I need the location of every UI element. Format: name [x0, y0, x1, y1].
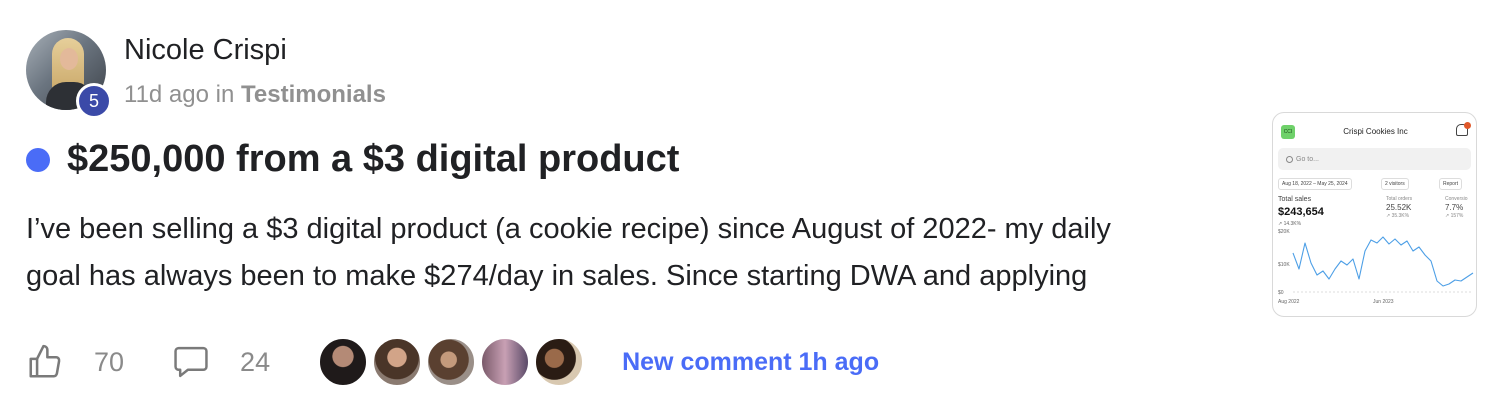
like-button[interactable]: 70	[26, 343, 124, 381]
total-orders-label: Total orders	[1386, 196, 1413, 202]
commenter-avatar[interactable]	[372, 337, 423, 387]
visitors-chip: 2 visitors	[1381, 178, 1409, 190]
total-sales-value: $243,654	[1278, 206, 1324, 218]
commenter-avatar[interactable]	[480, 337, 531, 387]
post-image-thumbnail[interactable]: CCI Crispi Cookies Inc Go to... Aug 18, …	[1272, 112, 1477, 317]
date-range-chip: Aug 18, 2022 – May 25, 2024	[1278, 178, 1352, 190]
post-body-line: goal has always been to make $274/day in…	[26, 260, 1088, 292]
post-title-row[interactable]: $250,000 from a $3 digital product	[26, 138, 679, 181]
conversion-value: 7.7%	[1445, 203, 1464, 212]
post-meta: 11d ago in Testimonials	[124, 81, 386, 109]
post-actions: 70 24 New comment 1h ago	[26, 334, 879, 390]
total-orders-value: 25.52K	[1386, 203, 1412, 212]
commenter-avatars[interactable]	[318, 337, 588, 387]
post-title[interactable]: $250,000 from a $3 digital product	[67, 138, 679, 181]
like-count: 70	[94, 346, 125, 377]
post-body[interactable]: I’ve been selling a $3 digital product (…	[26, 206, 1246, 300]
level-badge: 5	[76, 83, 112, 119]
comment-bubble-icon	[174, 346, 208, 378]
sales-line-chart	[1292, 236, 1474, 293]
total-sales-label: Total sales	[1278, 196, 1312, 203]
store-name: Crispi Cookies Inc	[1343, 127, 1408, 136]
community-post: 5 Nicole Crispi 11d ago in Testimonials …	[0, 0, 1502, 416]
commenter-avatar[interactable]	[534, 337, 585, 387]
commenter-avatar[interactable]	[426, 337, 477, 387]
thumbs-up-icon	[29, 344, 61, 378]
conversion-label: Conversio	[1445, 196, 1468, 202]
category-link[interactable]: Testimonials	[241, 81, 386, 108]
store-search-placeholder: Go to...	[1296, 155, 1319, 163]
author-avatar-wrap[interactable]: 5	[26, 30, 112, 119]
author-name[interactable]: Nicole Crispi	[124, 34, 287, 67]
notification-dot-icon	[1464, 122, 1471, 129]
store-search: Go to...	[1278, 148, 1471, 170]
commenter-avatar[interactable]	[318, 337, 369, 387]
search-icon	[1286, 156, 1293, 163]
total-orders-change: ↗ 35.3K%	[1386, 213, 1410, 219]
post-time: 11d ago	[124, 81, 209, 108]
unread-dot-icon	[26, 147, 50, 172]
conversion-change: ↗ 157%	[1445, 213, 1464, 219]
new-comment-link[interactable]: New comment 1h ago	[622, 348, 879, 377]
total-sales-change: ↗ 14.3K%	[1278, 221, 1302, 227]
meta-connector: in	[215, 81, 235, 108]
report-chip: Report	[1439, 178, 1463, 190]
comment-count: 24	[240, 346, 271, 377]
post-body-line: I’ve been selling a $3 digital product (…	[26, 213, 1111, 245]
comment-button[interactable]: 24	[172, 345, 270, 379]
